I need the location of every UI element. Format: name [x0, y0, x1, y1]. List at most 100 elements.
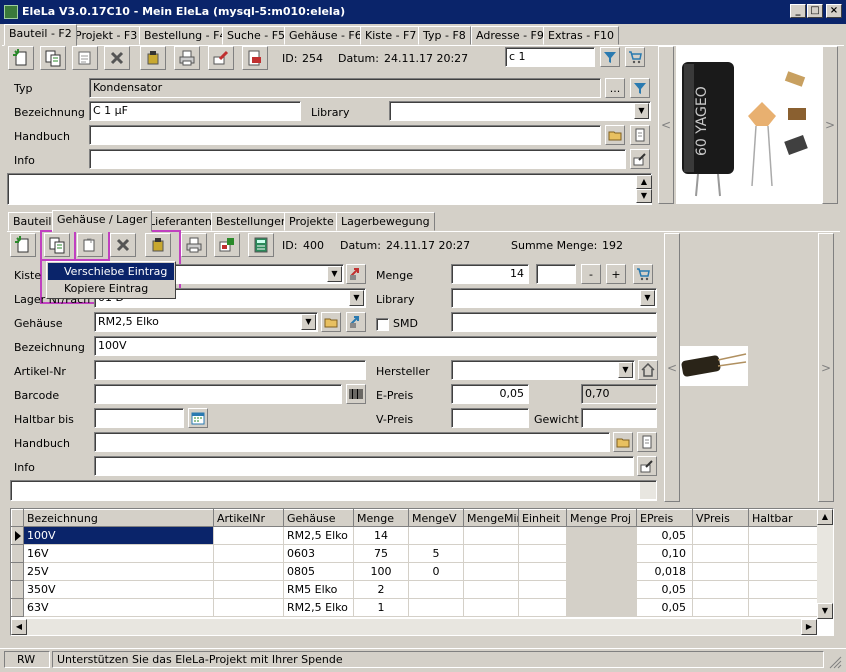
column-header[interactable]: Einheit — [518, 509, 567, 527]
table-cell[interactable]: 0,05 — [636, 526, 693, 545]
menu-item-verschiebe[interactable]: Verschiebe Eintrag — [48, 263, 174, 280]
table-row[interactable]: 100V RM2,5 Elko 14 0,05 — [11, 526, 818, 545]
bezeichnung-input[interactable]: C 1 µF — [89, 101, 301, 121]
table-cell[interactable] — [692, 544, 749, 563]
chevron-down-icon[interactable]: ▼ — [640, 290, 655, 306]
table-cell[interactable] — [408, 526, 464, 545]
menge-delta-input[interactable] — [536, 264, 576, 284]
smd-checkbox[interactable] — [376, 318, 389, 331]
table-cell[interactable] — [408, 598, 464, 617]
tab-gehaeuse[interactable]: Gehäuse - F6 — [284, 26, 367, 45]
typ-filter-button[interactable] — [630, 78, 650, 98]
maximize-button[interactable]: □ — [807, 4, 823, 18]
table-cell[interactable] — [518, 544, 567, 563]
calendar-button[interactable] — [188, 408, 208, 428]
lager-image-next-button[interactable]: > — [818, 233, 834, 502]
table-cell[interactable] — [692, 526, 749, 545]
table-cell[interactable] — [213, 544, 284, 563]
table-cell[interactable] — [566, 562, 637, 581]
table-cell[interactable]: 0805 — [283, 562, 354, 581]
edit-button[interactable] — [72, 46, 98, 70]
chevron-down-icon[interactable]: ▼ — [349, 290, 364, 306]
scroll-right-icon[interactable]: ▶ — [801, 619, 817, 635]
table-cell[interactable]: 5 — [408, 544, 464, 563]
table-cell[interactable]: 2 — [353, 580, 409, 599]
lager-library-select[interactable]: ▼ — [451, 288, 657, 308]
column-header[interactable]: VPreis — [692, 509, 749, 527]
table-cell[interactable] — [518, 598, 567, 617]
vpreis-input[interactable] — [451, 408, 529, 428]
tab-kiste[interactable]: Kiste - F7 — [360, 26, 422, 45]
table-cell[interactable] — [692, 598, 749, 617]
scroll-up-icon[interactable]: ▲ — [817, 509, 833, 525]
new-button[interactable] — [8, 46, 34, 70]
subtab-projekte[interactable]: Projekte — [284, 212, 339, 231]
column-header[interactable]: Bezeichnung — [23, 509, 214, 527]
table-cell[interactable] — [748, 580, 818, 599]
table-cell[interactable]: 100V — [23, 526, 214, 545]
cart-button[interactable] — [625, 47, 645, 67]
column-header[interactable]: Menge — [353, 509, 409, 527]
lager-notes-area[interactable] — [10, 480, 657, 501]
menge-cart-button[interactable] — [633, 264, 653, 284]
scroll-left-icon[interactable]: ◀ — [11, 619, 27, 635]
lager-handbuch-input[interactable] — [94, 432, 610, 452]
table-cell[interactable] — [566, 580, 637, 599]
table-cell[interactable]: 0,018 — [636, 562, 693, 581]
table-row[interactable]: 350V RM5 Elko 2 0,05 — [11, 580, 818, 599]
menge-minus-button[interactable]: - — [581, 264, 601, 284]
filter-button[interactable] — [600, 47, 620, 67]
row-indicator[interactable] — [11, 580, 24, 599]
table-cell[interactable]: 14 — [353, 526, 409, 545]
table-cell[interactable]: RM2,5 Elko — [283, 526, 354, 545]
table-cell[interactable]: 0 — [408, 562, 464, 581]
subtab-bauteil[interactable]: Bauteil — [8, 212, 57, 231]
tab-typ[interactable]: Typ - F8 — [418, 26, 471, 45]
lager-notes-scrollbar[interactable] — [640, 482, 656, 499]
minimize-button[interactable]: _ — [790, 4, 806, 18]
tab-projekt[interactable]: Projekt - F3 — [70, 26, 143, 45]
table-row[interactable]: 25V 0805 100 0 0,018 — [11, 562, 818, 581]
resize-grip-icon[interactable] — [828, 655, 842, 669]
table-cell[interactable]: 350V — [23, 580, 214, 599]
lager-image-prev-button[interactable]: < — [664, 233, 680, 502]
tab-extras[interactable]: Extras - F10 — [543, 26, 620, 45]
scroll-down-icon[interactable]: ▼ — [636, 189, 652, 203]
row-indicator[interactable] — [11, 526, 24, 545]
lager-info-edit-button[interactable] — [637, 456, 657, 476]
handbuch-open-button[interactable] — [605, 125, 625, 145]
delete-button[interactable] — [104, 46, 130, 70]
barcode-input[interactable] — [94, 384, 342, 404]
table-cell[interactable] — [566, 598, 637, 617]
top-notes-area[interactable] — [7, 173, 652, 205]
table-cell[interactable] — [566, 544, 637, 563]
table-cell[interactable]: 0,05 — [636, 598, 693, 617]
gehaeuse-open-button[interactable] — [321, 312, 341, 332]
table-cell[interactable] — [748, 544, 818, 563]
barcode-button[interactable] — [346, 384, 366, 404]
hersteller-goto-button[interactable] — [638, 360, 658, 380]
artikel-input[interactable] — [94, 360, 366, 380]
table-cell[interactable] — [566, 526, 637, 545]
table-hscrollbar[interactable]: ◀ ▶ — [11, 619, 817, 635]
scroll-down-icon[interactable]: ▼ — [817, 603, 833, 619]
table-cell[interactable] — [692, 580, 749, 599]
table-cell[interactable] — [748, 526, 818, 545]
lager-history-button[interactable] — [214, 233, 240, 257]
column-header[interactable]: Menge Proj — [566, 509, 637, 527]
tab-bestellung[interactable]: Bestellung - F4 — [139, 26, 232, 45]
label-button[interactable] — [208, 46, 234, 70]
table-cell[interactable]: RM5 Elko — [283, 580, 354, 599]
scroll-up-icon[interactable]: ▲ — [636, 175, 652, 189]
table-cell[interactable] — [463, 580, 519, 599]
table-cell[interactable]: 0603 — [283, 544, 354, 563]
table-cell[interactable] — [748, 598, 818, 617]
menge-input[interactable]: 14 — [451, 264, 529, 284]
table-cell[interactable] — [518, 526, 567, 545]
table-cell[interactable] — [692, 562, 749, 581]
table-cell[interactable]: 16V — [23, 544, 214, 563]
row-indicator[interactable] — [11, 544, 24, 563]
table-cell[interactable]: 1 — [353, 598, 409, 617]
info-input[interactable] — [89, 149, 626, 169]
copy-button[interactable] — [40, 46, 66, 70]
